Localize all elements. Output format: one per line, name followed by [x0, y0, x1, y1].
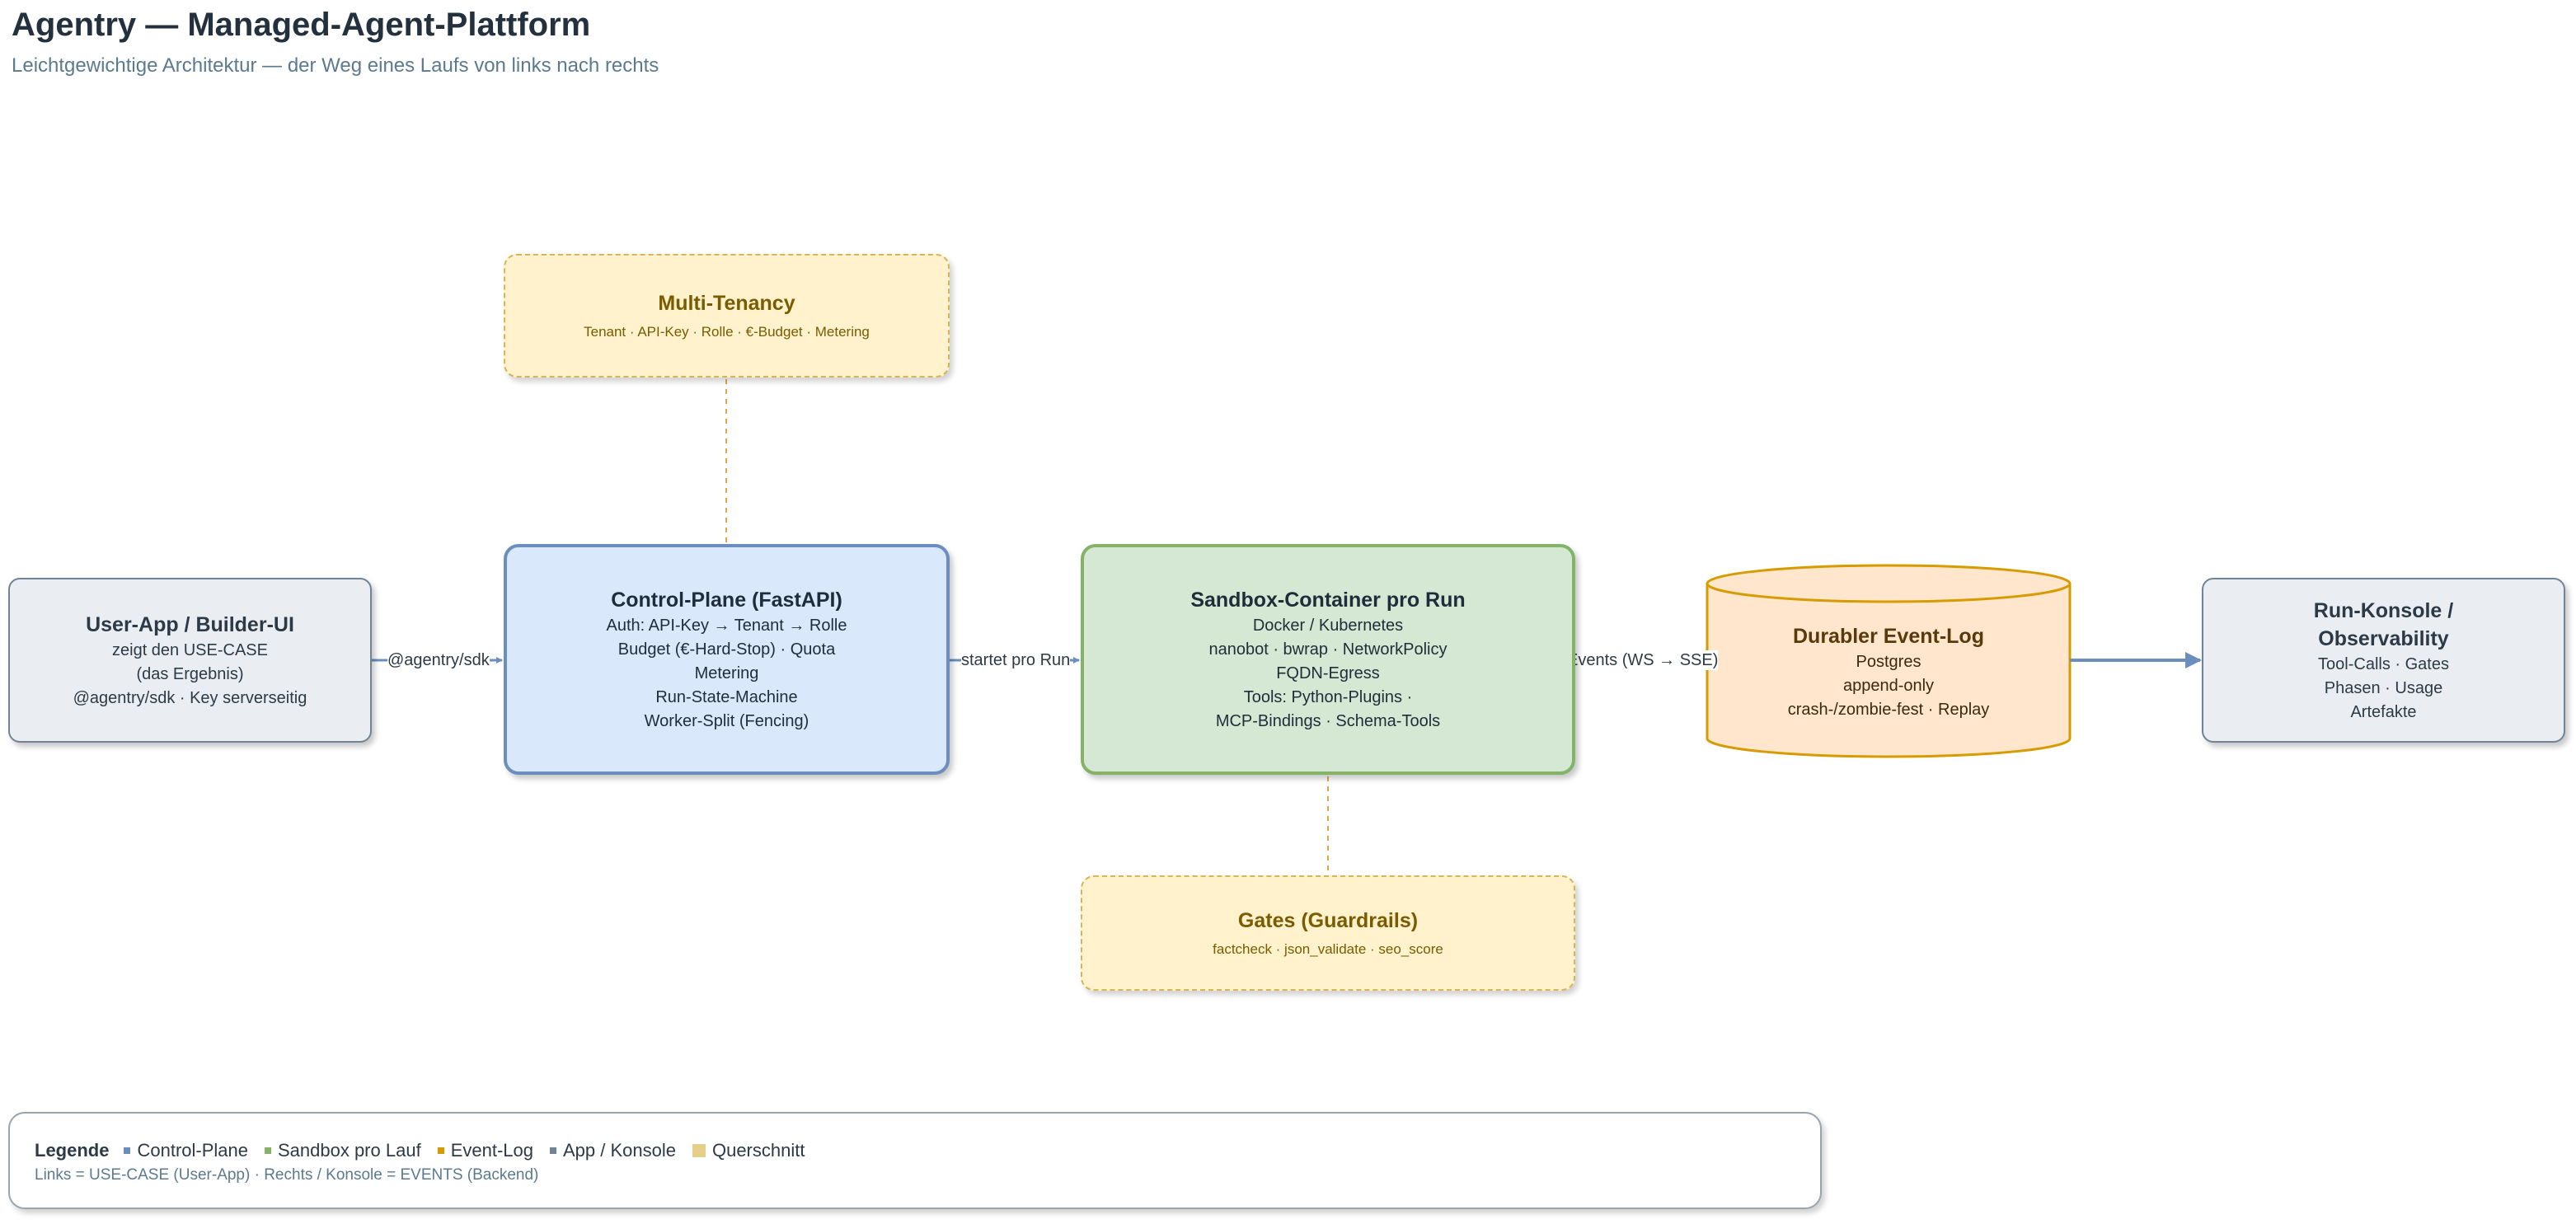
control-plane-box: Control-Plane (FastAPI) Auth: API-Key → …: [504, 544, 950, 775]
multi-tenancy-box: Multi-Tenancy Tenant · API-Key · Rolle ·…: [504, 254, 950, 378]
event-log-line: append-only: [1842, 676, 1935, 695]
legend-swatch: [692, 1144, 706, 1157]
edge-label-startet: startet pro Run: [961, 650, 1071, 670]
user-app-box: User-App / Builder-UI zeigt den USE-CASE…: [8, 578, 372, 743]
run-konsole-line: Artefakte: [2350, 702, 2417, 721]
legend-title: Legende: [35, 1140, 110, 1161]
user-app-line: @agentry/sdk · Key serverseitig: [73, 688, 307, 707]
user-app-line: (das Ergebnis): [136, 664, 244, 683]
event-log-title: Durabler Event-Log: [1793, 624, 1984, 648]
user-app-title: User-App / Builder-UI: [86, 612, 294, 636]
gates-detail: factcheck · json_validate · seo_score: [1213, 941, 1443, 957]
run-konsole-title: Run-Konsole /: [2313, 598, 2454, 622]
legend-label: Sandbox pro Lauf: [277, 1140, 421, 1161]
legend-label: App / Konsole: [562, 1140, 676, 1161]
run-konsole-line: Phasen · Usage: [2324, 678, 2443, 697]
edge-label-events: Events (WS → SSE): [1567, 650, 1719, 670]
sandbox-line: MCP-Bindings · Schema-Tools: [1215, 711, 1441, 730]
legend-item-control-plane: Control-Plane: [124, 1140, 248, 1161]
multi-tenancy-title: Multi-Tenancy: [658, 292, 795, 315]
control-plane-line: Auth: API-Key → Tenant → Rolle: [606, 616, 847, 635]
legend-item-app-konsole: App / Konsole: [549, 1140, 676, 1161]
legend-label: Querschnitt: [711, 1140, 805, 1161]
legend-swatch: [124, 1147, 131, 1154]
legend-item-querschnitt: Querschnitt: [692, 1140, 805, 1161]
legend-label: Control-Plane: [137, 1140, 248, 1161]
event-log-box: Durabler Event-Log Postgres append-only …: [1707, 610, 2070, 734]
control-plane-line: Run-State-Machine: [655, 687, 798, 706]
legend-swatch: [549, 1147, 556, 1154]
sandbox-line: nanobot · bwrap · NetworkPolicy: [1208, 640, 1448, 659]
sandbox-title: Sandbox-Container pro Run: [1190, 588, 1466, 612]
event-log-line: Postgres: [1856, 652, 1921, 671]
user-app-line: zeigt den USE-CASE: [112, 640, 268, 659]
sandbox-line: Tools: Python-Plugins ·: [1243, 687, 1413, 706]
legend-swatch: [264, 1147, 271, 1154]
multi-tenancy-detail: Tenant · API-Key · Rolle · €-Budget · Me…: [584, 324, 870, 340]
legend-row: Legende Control-Plane Sandbox pro Lauf E…: [35, 1140, 821, 1161]
run-konsole-line: Tool-Calls · Gates: [2318, 654, 2449, 673]
sandbox-box: Sandbox-Container pro Run Docker / Kuber…: [1081, 544, 1575, 775]
run-konsole-box: Run-Konsole / Observability Tool-Calls ·…: [2202, 578, 2565, 743]
control-plane-line: Budget (€-Hard-Stop) · Quota: [617, 640, 836, 659]
control-plane-line: Metering: [694, 664, 759, 682]
run-konsole-title: Observability: [2318, 626, 2449, 650]
control-plane-line: Worker-Split (Fencing): [644, 711, 809, 730]
control-plane-title: Control-Plane (FastAPI): [611, 588, 842, 612]
legend: Legende Control-Plane Sandbox pro Lauf E…: [8, 1112, 1822, 1209]
legend-item-sandbox: Sandbox pro Lauf: [264, 1140, 421, 1161]
gates-box: Gates (Guardrails) factcheck · json_vali…: [1081, 875, 1575, 991]
edge-label-sdk: @agentry/sdk: [387, 650, 490, 670]
legend-label: Event-Log: [450, 1140, 533, 1161]
sandbox-line: Docker / Kubernetes: [1252, 616, 1404, 635]
sandbox-line: FQDN-Egress: [1276, 664, 1380, 682]
gates-title: Gates (Guardrails): [1237, 909, 1419, 932]
legend-item-event-log: Event-Log: [437, 1140, 533, 1161]
event-log-line: crash-/zombie-fest · Replay: [1787, 700, 1990, 719]
legend-note: Links = USE-CASE (User-App) · Rechts / K…: [35, 1166, 539, 1184]
legend-swatch: [437, 1147, 444, 1154]
